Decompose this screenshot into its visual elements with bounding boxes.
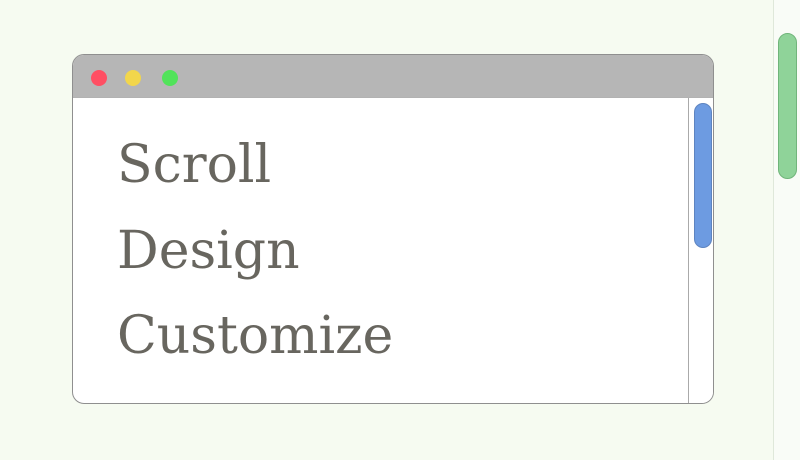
maximize-window-icon[interactable] [162,70,178,86]
window-content: Scroll Design Customize [73,98,688,403]
app-window: Scroll Design Customize [72,54,714,404]
window-scrollbar-track[interactable] [688,98,713,403]
page: Scroll Design Customize [0,0,800,460]
window-scrollbar-thumb[interactable] [694,103,712,248]
content-item-customize: Customize [117,306,394,366]
close-window-icon[interactable] [91,70,107,86]
page-scrollbar-track[interactable] [773,0,800,460]
content-item-design: Design [117,221,300,281]
window-titlebar [73,55,713,98]
minimize-window-icon[interactable] [125,70,141,86]
content-item-scroll: Scroll [117,135,272,195]
page-scrollbar-thumb[interactable] [778,33,797,179]
